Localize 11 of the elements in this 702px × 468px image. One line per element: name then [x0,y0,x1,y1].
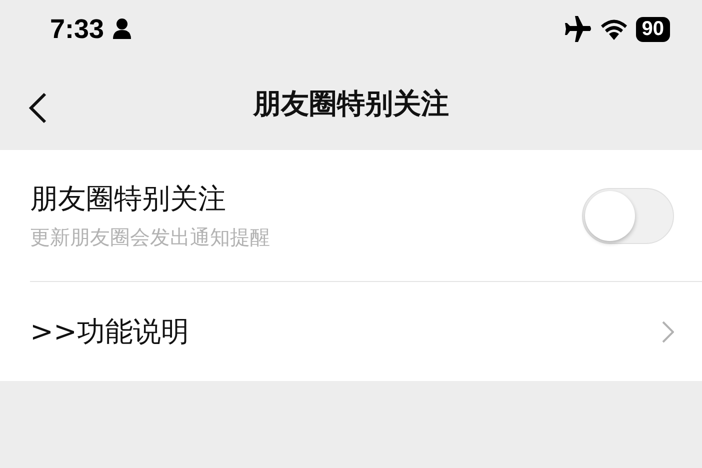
person-icon [112,18,132,40]
battery-indicator: 90 [636,16,670,42]
settings-row[interactable]: >>功能说明 [30,282,702,381]
setting-label: >>功能说明 [30,314,189,350]
page-title: 朋友圈特别关注 [253,86,449,122]
status-time: 7:33 [50,14,104,44]
chevron-icon [662,320,674,342]
setting-label: 朋友圈特别关注 [30,181,227,217]
setting-description: 更新朋友圈会发出通知提醒 [30,224,270,251]
airplane-icon [564,16,592,42]
wifi-icon [600,18,628,40]
